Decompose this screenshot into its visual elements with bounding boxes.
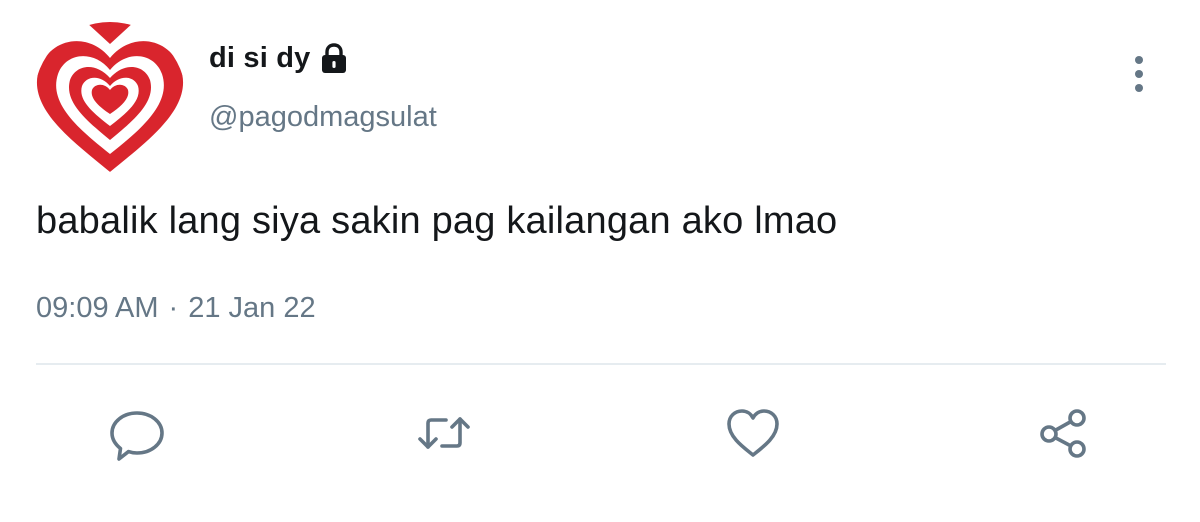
share-button[interactable]: [1030, 400, 1096, 466]
heart-icon: [727, 409, 779, 457]
retweet-button[interactable]: [411, 400, 477, 466]
display-name-text: di si dy: [209, 42, 311, 74]
lock-icon: [317, 42, 351, 75]
more-options-icon[interactable]: [1124, 52, 1154, 96]
timestamp-separator: ·: [168, 292, 179, 324]
retweet-icon: [418, 417, 470, 449]
tweet-time: 09:09 AM: [36, 292, 159, 324]
like-button[interactable]: [720, 400, 786, 466]
avatar[interactable]: [34, 22, 186, 174]
share-icon: [1040, 409, 1086, 458]
red-heart-logo-icon: [34, 22, 186, 174]
speech-bubble-icon: [110, 411, 164, 461]
action-bar: [0, 400, 1200, 470]
divider: [36, 363, 1166, 365]
tweet-date: 21 Jan 22: [188, 292, 316, 324]
display-name[interactable]: di si dy: [209, 42, 351, 75]
user-handle[interactable]: @pagodmagsulat: [209, 101, 437, 134]
tweet-text: babalik lang siya sakin pag kailangan ak…: [36, 200, 838, 242]
tweet-card: di si dy @pagodmagsulat babalik lang siy…: [0, 0, 1200, 522]
tweet-timestamp[interactable]: 09:09 AM · 21 Jan 22: [36, 292, 316, 325]
reply-button[interactable]: [104, 400, 170, 466]
